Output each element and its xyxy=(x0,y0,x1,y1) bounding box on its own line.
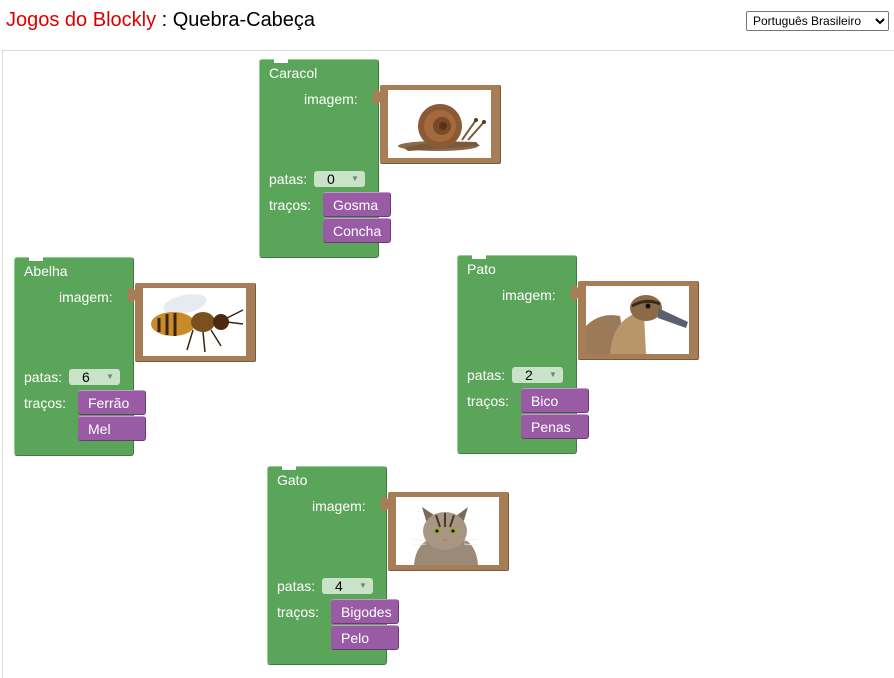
trait-label: Pelo xyxy=(341,630,370,646)
animal-block-bee[interactable]: Abelha imagem: patas: 6 ▼ traços: Ferrão… xyxy=(14,257,256,456)
image-socket xyxy=(128,288,135,302)
trait-label: Gosma xyxy=(333,197,379,213)
animal-block-cat[interactable]: Gato imagem: patas: 4 ▼ traços: Bigodes … xyxy=(267,466,509,665)
legs-label: patas: xyxy=(269,171,308,187)
dropdown-arrow-icon: ▼ xyxy=(351,174,359,183)
animal-block-duck[interactable]: Pato imagem: patas: 2 ▼ traços: Bico Pen… xyxy=(457,255,699,454)
animal-name: Caracol xyxy=(269,65,318,81)
picture-block-snail[interactable] xyxy=(380,85,501,164)
trait-label: Ferrão xyxy=(88,395,130,411)
trait-block[interactable]: Ferrão xyxy=(78,390,146,415)
dropdown-arrow-icon: ▼ xyxy=(359,581,367,590)
legs-value: 6 xyxy=(82,369,90,385)
trait-block[interactable]: Concha xyxy=(323,218,391,243)
dropdown-arrow-icon: ▼ xyxy=(549,370,557,379)
trait-label: Penas xyxy=(531,419,571,435)
legs-value: 2 xyxy=(525,367,533,383)
picture-block-duck[interactable] xyxy=(578,281,699,360)
legs-dropdown[interactable]: 2 ▼ xyxy=(512,367,563,383)
legs-dropdown[interactable]: 4 ▼ xyxy=(322,578,373,594)
picture-block-bee[interactable] xyxy=(135,283,256,362)
block-notch xyxy=(274,59,288,63)
legs-value: 4 xyxy=(335,578,343,594)
traits-label: traços: xyxy=(467,393,510,409)
app-title-link[interactable]: Jogos do Blockly xyxy=(6,9,156,31)
image-label: imagem: xyxy=(304,91,358,107)
trait-block[interactable]: Gosma xyxy=(323,192,391,217)
image-socket xyxy=(571,286,578,300)
trait-block[interactable]: Bico xyxy=(521,388,589,413)
image-label: imagem: xyxy=(59,289,113,305)
traits-label: traços: xyxy=(24,395,67,411)
image-socket xyxy=(373,90,380,104)
legs-value: 0 xyxy=(327,171,335,187)
duck-picture xyxy=(586,286,689,354)
trait-label: Concha xyxy=(333,223,382,239)
block-notch xyxy=(282,466,296,470)
legs-label: patas: xyxy=(467,367,506,383)
language-select[interactable]: Português Brasileiro xyxy=(746,11,889,31)
trait-label: Bigodes xyxy=(341,604,392,620)
trait-block[interactable]: Pelo xyxy=(331,625,399,650)
legs-label: patas: xyxy=(277,578,316,594)
image-label: imagem: xyxy=(502,287,556,303)
legs-label: patas: xyxy=(24,369,63,385)
animal-name: Abelha xyxy=(24,263,68,279)
legs-dropdown[interactable]: 6 ▼ xyxy=(69,369,120,385)
block-notch xyxy=(29,257,43,261)
picture-block-cat[interactable] xyxy=(388,492,509,571)
trait-block[interactable]: Bigodes xyxy=(331,599,399,624)
animal-name: Pato xyxy=(467,261,496,277)
trait-block[interactable]: Penas xyxy=(521,414,589,439)
blockly-workspace[interactable]: Caracol imagem: patas: 0 ▼ traços: Gosma… xyxy=(2,50,894,678)
dropdown-arrow-icon: ▼ xyxy=(106,372,114,381)
animal-block-snail[interactable]: Caracol imagem: patas: 0 ▼ traços: Gosma… xyxy=(259,59,501,258)
traits-label: traços: xyxy=(277,604,320,620)
legs-dropdown[interactable]: 0 ▼ xyxy=(314,171,365,187)
trait-block[interactable]: Mel xyxy=(78,416,146,441)
snail-picture xyxy=(388,90,491,158)
page-title: Jogos do Blockly : Quebra-Cabeça xyxy=(6,9,315,32)
puzzle-title: Quebra-Cabeça xyxy=(172,9,316,31)
traits-label: traços: xyxy=(269,197,312,213)
header: Jogos do Blockly : Quebra-Cabeça Portugu… xyxy=(0,0,894,50)
animal-name: Gato xyxy=(277,472,308,488)
image-socket xyxy=(381,497,388,511)
block-notch xyxy=(472,255,486,259)
trait-label: Bico xyxy=(531,393,559,409)
title-separator: : xyxy=(156,9,173,31)
bee-picture xyxy=(143,288,246,356)
trait-label: Mel xyxy=(88,421,111,437)
cat-picture xyxy=(396,497,499,565)
image-label: imagem: xyxy=(312,498,366,514)
